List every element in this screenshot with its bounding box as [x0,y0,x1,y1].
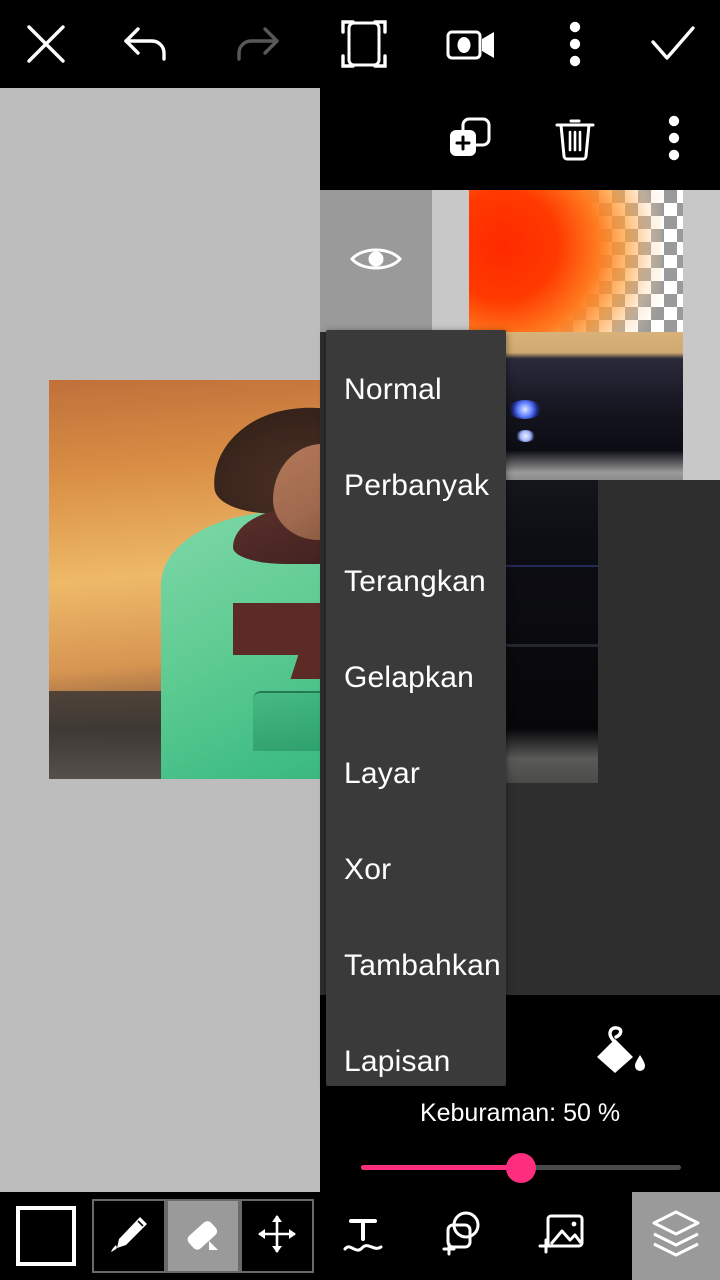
photo-pocket [253,691,320,752]
blend-mode-option-gelapkan[interactable]: Gelapkan [344,630,714,726]
more-vertical-icon [667,114,681,167]
eye-icon [348,243,404,280]
slider-thumb[interactable] [506,1153,536,1183]
layer-thumbnail[interactable] [469,190,683,332]
top-toolbar [0,0,720,88]
canvas-photo[interactable] [49,380,320,779]
move-arrows-icon [254,1211,300,1262]
top-more-button[interactable] [524,0,626,88]
layers-button[interactable] [632,1192,720,1280]
add-shape-icon [435,1209,487,1264]
blend-mode-option-tambahkan[interactable]: Tambahkan [344,918,714,1014]
delete-layer-button[interactable] [522,88,629,192]
color-swatch[interactable] [16,1206,76,1266]
undo-button[interactable] [92,0,202,88]
layer-visibility-toggle[interactable] [320,190,432,332]
video-record-button[interactable] [418,0,524,88]
move-tool-button[interactable] [240,1199,314,1273]
blend-mode-option-xor[interactable]: Xor [344,822,714,918]
layer-row[interactable] [320,190,720,332]
trash-icon [553,114,597,167]
layer-thumbnail-wrap[interactable] [432,190,720,332]
brush-icon [106,1211,152,1262]
color-swatch-button[interactable] [0,1192,92,1280]
redo-button[interactable] [202,0,310,88]
add-shape-button[interactable] [412,1192,510,1280]
add-image-button[interactable] [510,1192,614,1280]
blend-mode-option-layar[interactable]: Layar [344,726,714,822]
layers-panel-toolbar [320,88,720,192]
text-tool-button[interactable] [314,1192,412,1280]
undo-icon [118,19,176,69]
eraser-icon [180,1211,226,1262]
paint-tool-group [92,1192,314,1280]
canvas-area[interactable] [0,88,320,1192]
confirm-button[interactable] [626,0,720,88]
text-icon [337,1211,389,1262]
blend-mode-option-lapisan[interactable]: Lapisan [344,1014,714,1110]
bottom-toolbar [0,1192,720,1280]
layer-more-button[interactable] [628,88,720,192]
video-camera-icon [442,21,500,67]
app-root: Keburaman: 50 % Normal Perbanyak Terangk… [0,0,720,1280]
close-icon [23,21,69,67]
blend-mode-option-normal[interactable]: Normal [344,342,714,438]
redo-icon [227,19,285,69]
crop-frame-icon [337,15,391,73]
layers-stack-icon [646,1206,706,1267]
canvas-surface[interactable] [0,88,320,1192]
blend-mode-dropdown[interactable]: Normal Perbanyak Terangkan Gelapkan Laya… [326,330,506,1086]
add-layer-button[interactable] [417,88,522,192]
brush-tool-button[interactable] [92,1199,166,1273]
eraser-tool-button[interactable] [166,1199,240,1273]
add-layer-icon [445,114,495,167]
blend-mode-option-perbanyak[interactable]: Perbanyak [344,438,714,534]
opacity-slider[interactable] [361,1152,681,1183]
blend-mode-option-terangkan[interactable]: Terangkan [344,534,714,630]
add-image-icon [535,1210,589,1263]
close-button[interactable] [0,0,92,88]
check-icon [647,22,699,66]
more-vertical-icon [568,20,582,68]
slider-fill [361,1165,521,1170]
crop-frame-button[interactable] [310,0,418,88]
